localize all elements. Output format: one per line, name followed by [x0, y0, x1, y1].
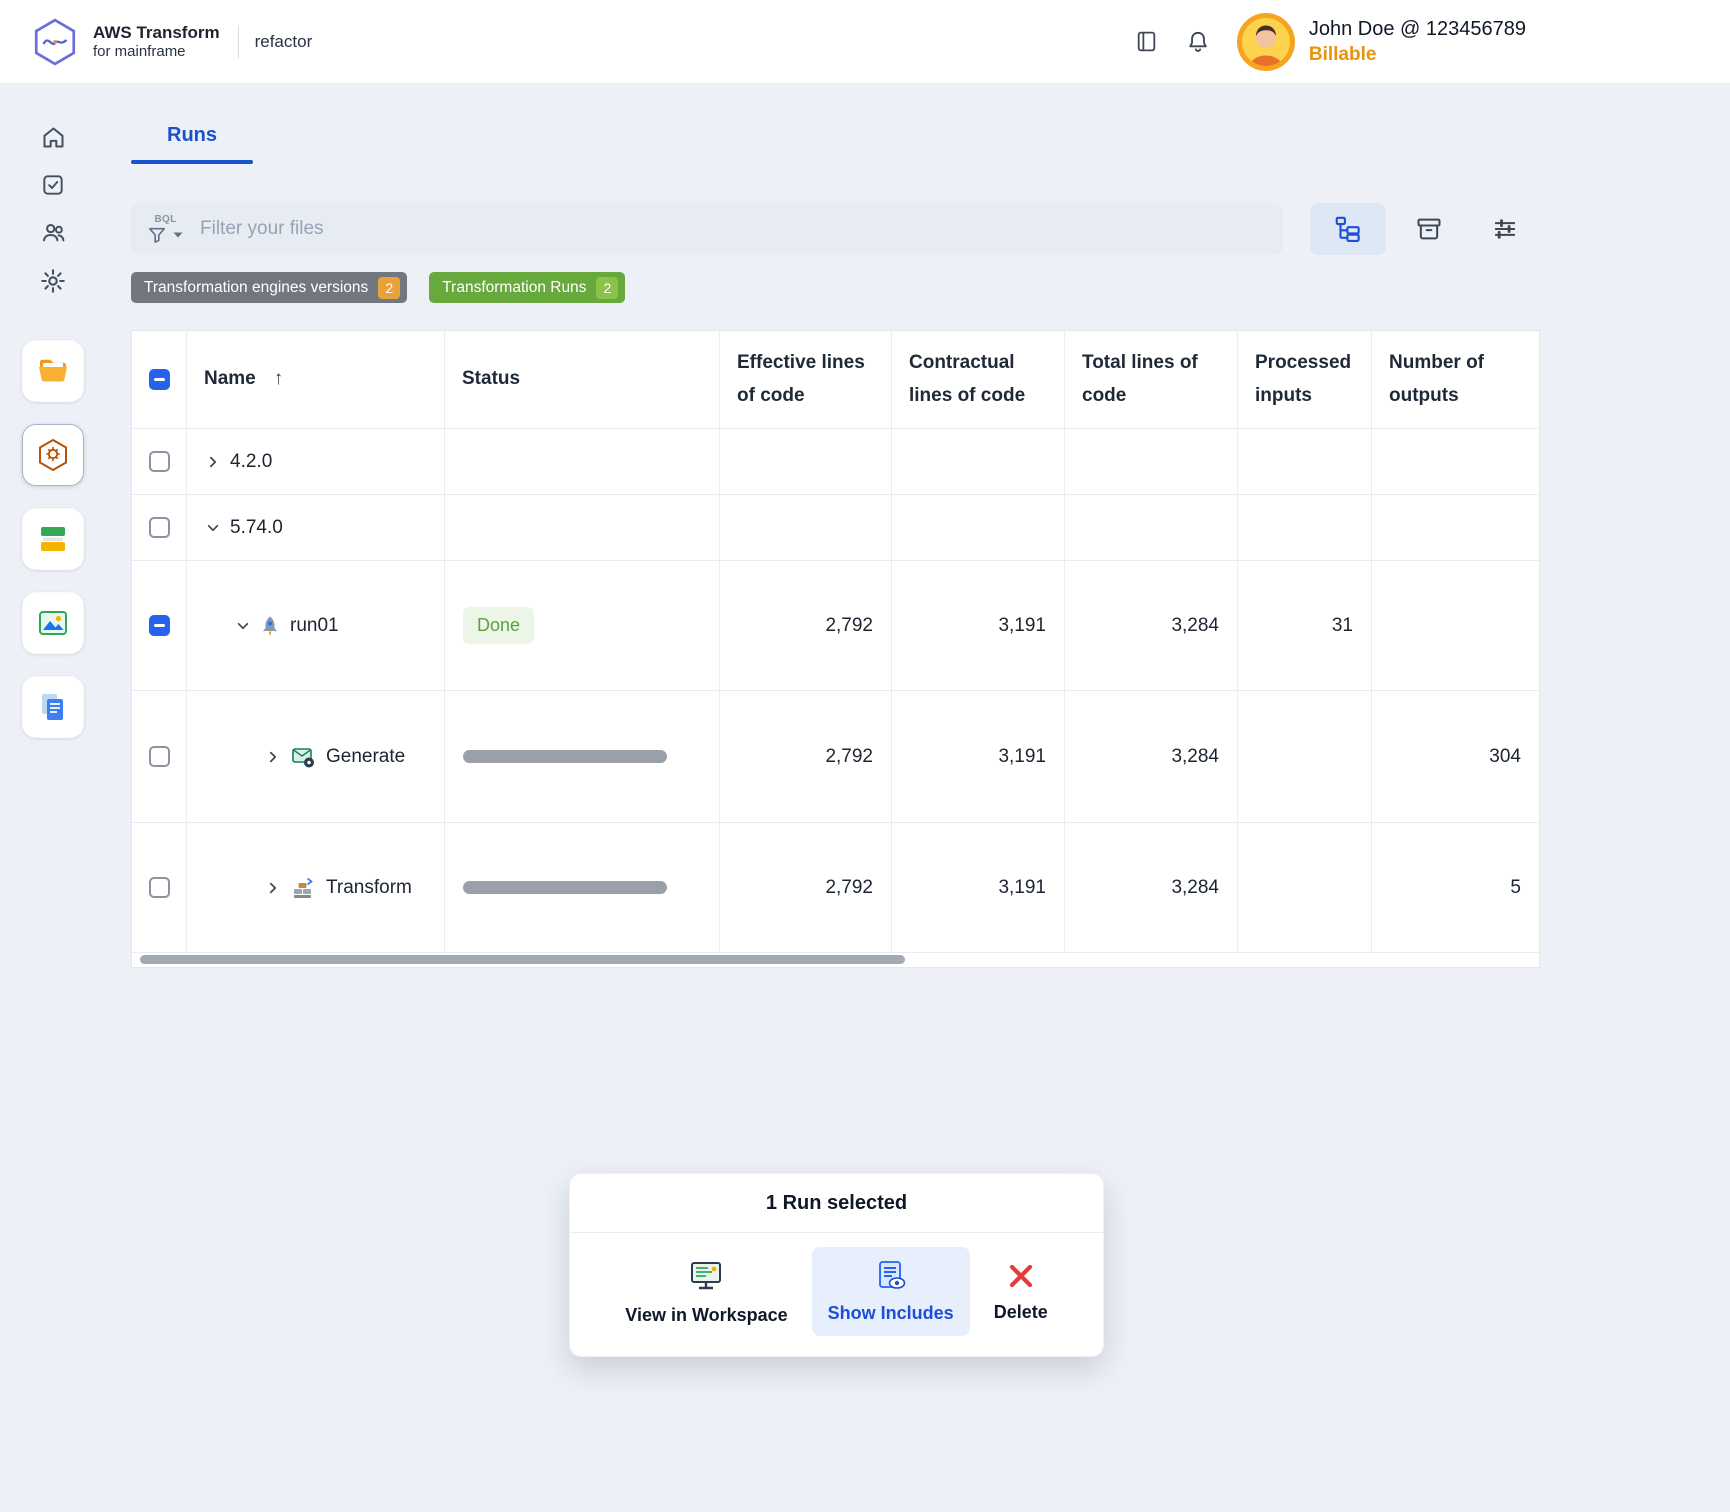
row-checkbox[interactable] [148, 615, 170, 636]
horizontal-scrollbar-thumb[interactable] [140, 955, 905, 964]
column-header-status[interactable]: Status [445, 331, 720, 429]
funnel-icon [147, 226, 167, 244]
table-row-generate[interactable]: Generate 2,792 3,191 3,284 304 [132, 691, 1539, 823]
chevron-right-icon[interactable] [266, 881, 280, 895]
user-menu[interactable]: John Doe @ 123456789 Billable [1236, 12, 1526, 71]
chip-count-badge: 2 [378, 276, 401, 299]
delete-x-icon [1005, 1260, 1037, 1292]
row-checkbox[interactable] [148, 451, 170, 472]
row-name: 5.74.0 [230, 516, 283, 538]
sidebar-tile-archive[interactable] [22, 340, 84, 402]
column-header-total[interactable]: Total lines of code [1065, 331, 1238, 429]
sidebar-tile-documents[interactable] [22, 676, 84, 738]
show-includes-label: Show Includes [827, 1303, 954, 1323]
sidebar [0, 84, 106, 1512]
show-includes-button[interactable]: Show Includes [811, 1247, 970, 1336]
notifications-bell-icon[interactable] [1185, 29, 1211, 55]
rocket-icon [260, 615, 280, 637]
row-name: Transform [326, 876, 412, 898]
row-name: run01 [290, 614, 339, 636]
row-checkbox[interactable] [148, 517, 170, 538]
engine-hexagon-icon [34, 436, 72, 474]
table-row-run01[interactable]: run01 Done 2,792 3,191 3,284 31 [132, 561, 1539, 691]
settings-gear-icon[interactable] [39, 267, 67, 295]
filter-chips: Transformation engines versions 2 Transf… [131, 272, 626, 303]
avatar[interactable] [1236, 12, 1295, 71]
selection-panel: 1 Run selected View in Workspace Show In… [569, 1173, 1104, 1357]
select-all-checkbox[interactable] [148, 369, 170, 390]
tab-runs[interactable]: Runs [131, 124, 253, 164]
tree-view-button[interactable] [1310, 203, 1386, 255]
row-name: 4.2.0 [230, 450, 273, 472]
chip-label: Transformation engines versions [144, 278, 369, 296]
column-header-inputs[interactable]: Processed inputs [1238, 331, 1372, 429]
transform-step-icon [290, 875, 316, 901]
chip-transformation-engines-versions[interactable]: Transformation engines versions 2 [131, 272, 408, 303]
chevron-right-icon[interactable] [206, 455, 220, 469]
documents-icon [35, 689, 71, 725]
column-settings-sliders-icon[interactable] [1483, 207, 1527, 251]
runs-table: Name ↑ Status Effective lines of code Co… [131, 330, 1540, 968]
bql-label: BQL [154, 213, 177, 225]
aws-transform-logo-icon [30, 17, 80, 67]
row-checkbox[interactable] [148, 877, 170, 898]
progress-bar [463, 881, 667, 894]
home-icon[interactable] [40, 124, 67, 151]
chevron-right-icon[interactable] [266, 750, 280, 764]
journal-icon[interactable] [1134, 29, 1159, 54]
chip-label: Transformation Runs [442, 278, 587, 296]
notes-stack-icon [34, 520, 72, 558]
brand-divider [237, 24, 239, 59]
users-icon[interactable] [40, 219, 67, 246]
column-header-outputs[interactable]: Number of outputs [1372, 331, 1539, 429]
brand-subtitle: for mainframe [93, 43, 186, 61]
image-icon [34, 604, 72, 642]
column-header-name[interactable]: Name ↑ [187, 331, 445, 429]
sidebar-tile-notes[interactable] [22, 508, 84, 570]
brand: AWS Transform for mainframe refactor [30, 17, 312, 67]
delete-label: Delete [993, 1302, 1048, 1322]
tab-runs-label: Runs [167, 124, 217, 146]
row-checkbox[interactable] [148, 746, 170, 767]
folder-icon [35, 353, 71, 389]
sidebar-tile-transform-engine[interactable] [22, 424, 84, 486]
table-header-row: Name ↑ Status Effective lines of code Co… [132, 331, 1539, 429]
top-bar: AWS Transform for mainframe refactor Joh… [0, 0, 1730, 84]
tab-active-underline [131, 160, 253, 164]
chevron-down-icon[interactable] [236, 619, 250, 633]
caret-down-icon[interactable] [172, 230, 184, 240]
table-row-transform[interactable]: Transform 2,792 3,191 3,284 5 [132, 823, 1539, 953]
sidebar-tile-images[interactable] [22, 592, 84, 654]
status-done-chip: Done [463, 607, 535, 644]
user-name: John Doe @ 123456789 [1308, 17, 1526, 40]
generate-step-icon [290, 744, 316, 770]
archive-button[interactable] [1407, 207, 1451, 251]
filter-row: BQL Filter your files [131, 203, 1540, 255]
chip-transformation-runs[interactable]: Transformation Runs 2 [429, 272, 626, 303]
table-row-version-5740[interactable]: 5.74.0 [132, 495, 1539, 561]
brand-title: AWS Transform [93, 22, 220, 42]
chevron-down-icon[interactable] [206, 521, 220, 535]
app-name: refactor [254, 31, 313, 51]
column-header-effective[interactable]: Effective lines of code [720, 331, 892, 429]
show-includes-document-eye-icon [874, 1259, 908, 1293]
view-in-workspace-label: View in Workspace [625, 1305, 788, 1325]
horizontal-scrollbar-track[interactable] [132, 953, 1539, 967]
tasks-icon[interactable] [40, 172, 66, 198]
sort-ascending-icon[interactable]: ↑ [274, 363, 284, 395]
view-in-workspace-button[interactable]: View in Workspace [609, 1247, 803, 1336]
billable-badge: Billable [1308, 43, 1377, 65]
progress-bar [463, 750, 667, 763]
bql-filter-control[interactable]: BQL [147, 213, 184, 244]
row-name: Generate [326, 745, 406, 767]
workspace-monitor-icon [687, 1257, 725, 1295]
filter-input[interactable]: BQL Filter your files [131, 203, 1283, 255]
chip-count-badge: 2 [596, 276, 619, 299]
selection-count-title: 1 Run selected [570, 1174, 1103, 1233]
table-row-version-420[interactable]: 4.2.0 [132, 429, 1539, 495]
column-header-contractual[interactable]: Contractual lines of code [892, 331, 1065, 429]
delete-button[interactable]: Delete [978, 1247, 1064, 1336]
filter-placeholder: Filter your files [200, 218, 324, 239]
